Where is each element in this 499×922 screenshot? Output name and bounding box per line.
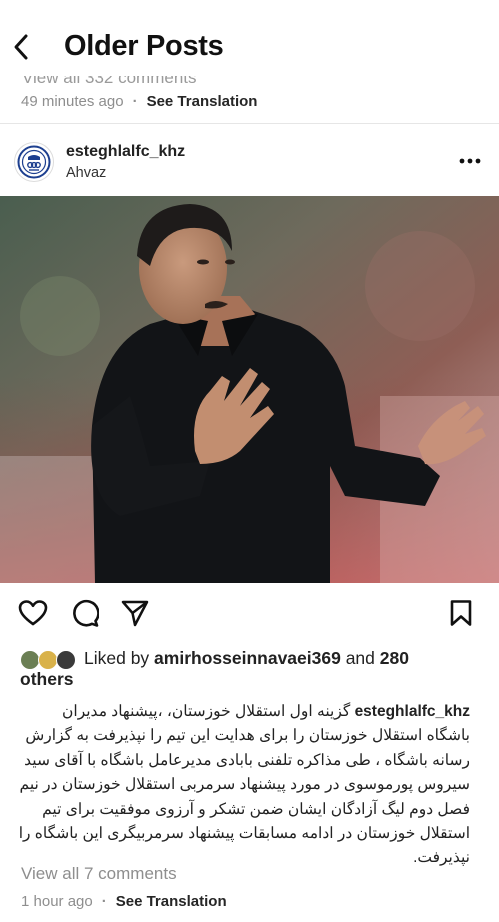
comment-icon [73, 599, 99, 627]
chevron-left-icon [14, 34, 28, 60]
see-translation-link[interactable]: See Translation [116, 893, 227, 910]
coach-photo [0, 196, 499, 583]
view-comments-link[interactable]: View all 7 comments [21, 864, 177, 884]
previous-post-time: 49 minutes ago [21, 93, 124, 110]
previous-post-meta: 49 minutes ago · See Translation [21, 93, 257, 110]
liker-avatar [20, 650, 40, 670]
post-meta: 1 hour ago · See Translation [21, 893, 227, 910]
heart-outline-icon [18, 600, 48, 626]
post-time: 1 hour ago [21, 893, 93, 910]
bookmark-icon [450, 600, 472, 626]
post-header: esteghlalfc_khz Ahvaz [0, 134, 499, 190]
liker-username[interactable]: amirhosseinnavaei369 [154, 648, 341, 668]
likes-summary: Liked by amirhosseinnavaei369 and 280 oth… [20, 648, 490, 690]
caption-username[interactable]: esteghlalfc_khz [355, 703, 470, 720]
likes-count[interactable]: 280 [380, 648, 409, 668]
back-button[interactable] [6, 30, 36, 64]
likes-prefix: Liked by [84, 648, 155, 668]
paper-plane-icon [121, 600, 149, 627]
more-options-button[interactable] [455, 151, 485, 171]
post-divider [0, 123, 499, 124]
post-photo[interactable] [0, 196, 499, 583]
club-logo-icon [17, 145, 51, 179]
share-button[interactable] [118, 596, 152, 630]
post-username[interactable]: esteghlalfc_khz [66, 143, 185, 161]
liker-avatar [38, 650, 58, 670]
more-horizontal-icon [459, 158, 481, 164]
liker-avatars[interactable] [20, 650, 80, 672]
avatar[interactable] [14, 142, 54, 182]
separator-dot: · [132, 93, 138, 110]
likes-middle: and [340, 648, 380, 668]
save-button[interactable] [444, 596, 478, 630]
previous-see-translation-link[interactable]: See Translation [147, 93, 258, 110]
likes-others[interactable]: others [20, 669, 73, 689]
top-bar: Older Posts [0, 0, 499, 76]
post-caption: esteghlalfc_khz گزینه اول استقلال خوزستا… [18, 700, 470, 871]
comment-button[interactable] [68, 596, 102, 630]
like-button[interactable] [16, 596, 50, 630]
caption-text: گزینه اول استقلال خوزستان، ،پیشنهاد مدیر… [18, 703, 470, 867]
page-title: Older Posts [64, 30, 224, 62]
separator-dot: · [101, 893, 107, 910]
post-location[interactable]: Ahvaz [66, 165, 106, 181]
liker-avatar [56, 650, 76, 670]
post-actions [0, 596, 499, 632]
likes-text[interactable]: Liked by amirhosseinnavaei369 and 280 oth… [20, 648, 490, 690]
